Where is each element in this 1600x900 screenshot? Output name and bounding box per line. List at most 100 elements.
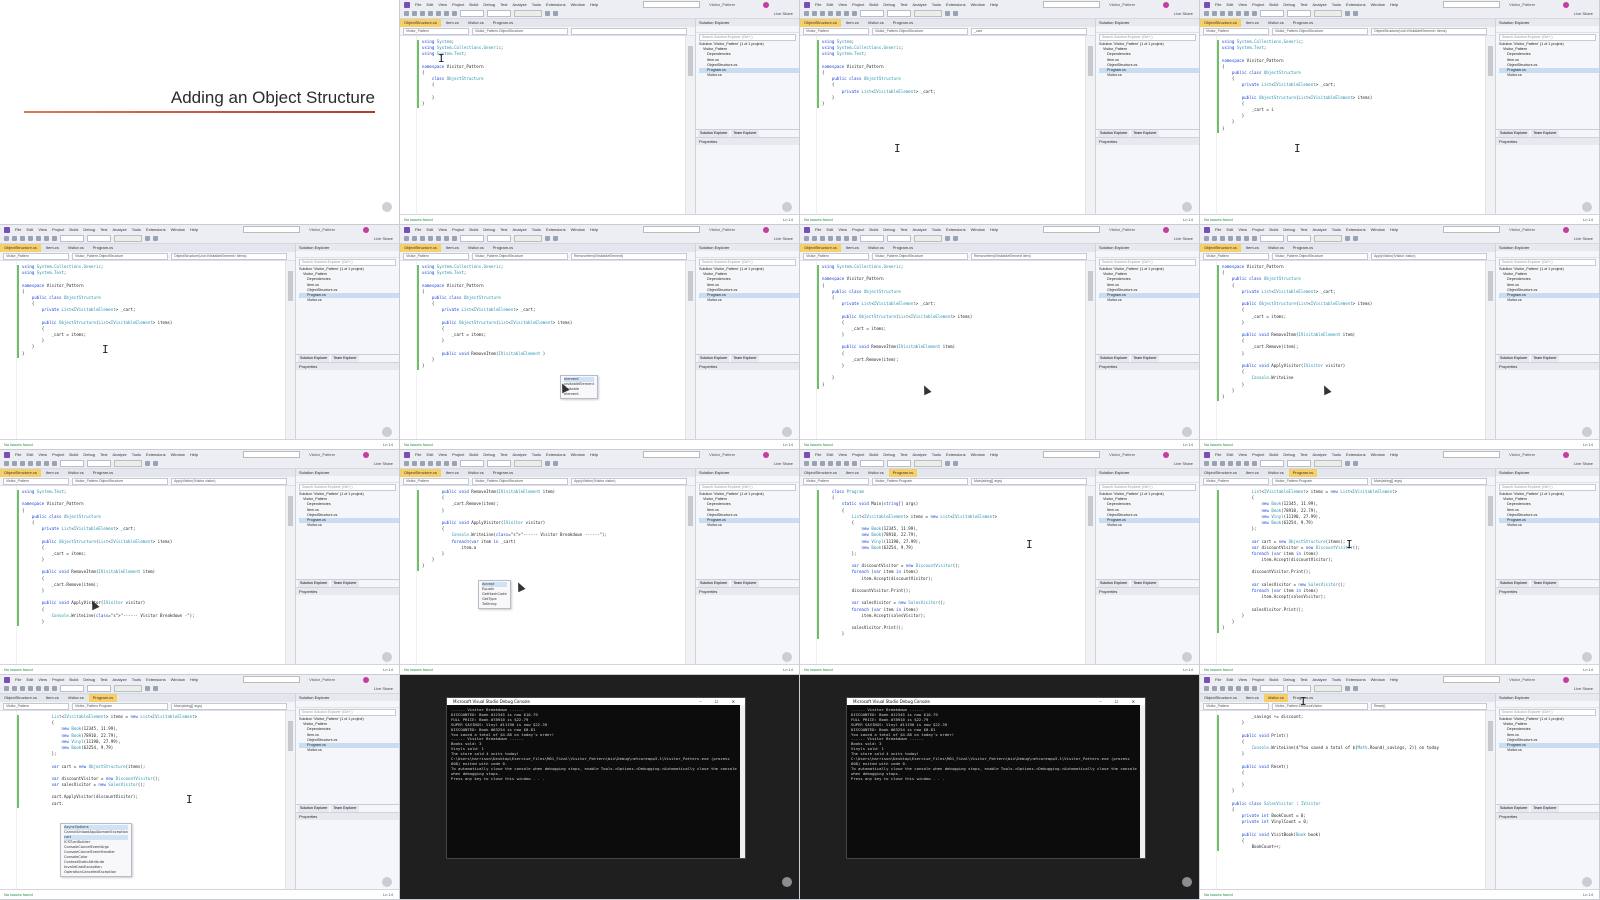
- issues-indicator[interactable]: No issues found: [804, 442, 833, 447]
- menu-item-file[interactable]: File: [815, 227, 821, 232]
- menu-item-analyze[interactable]: Analyze: [1312, 2, 1326, 7]
- menu-item-file[interactable]: File: [415, 2, 421, 7]
- menu-item-project[interactable]: Project: [1252, 677, 1264, 682]
- issues-indicator[interactable]: No issues found: [804, 217, 833, 222]
- save-all-icon[interactable]: [836, 236, 841, 241]
- tab-visitor[interactable]: Visitor.cs: [63, 694, 88, 702]
- menu-item-window[interactable]: Window: [1371, 677, 1385, 682]
- code-editor[interactable]: class Program { static void Main(string[…: [800, 486, 1095, 665]
- code-editor[interactable]: using System.Collections.Generic; using S…: [1200, 36, 1495, 215]
- platform-dropdown[interactable]: [1287, 235, 1311, 242]
- solution-explorer-toolbar[interactable]: [696, 251, 799, 258]
- live-share-button[interactable]: Live Share: [774, 11, 793, 16]
- avatar[interactable]: [363, 451, 369, 458]
- run-button[interactable]: [1314, 235, 1342, 242]
- tab-item[interactable]: Item.cs: [841, 469, 863, 477]
- issues-indicator[interactable]: No issues found: [4, 667, 33, 672]
- scroll-thumb[interactable]: [288, 496, 293, 526]
- solution-tree-item[interactable]: Visitor.cs: [1499, 73, 1599, 78]
- scroll-thumb[interactable]: [688, 46, 693, 76]
- menu-item-analyze[interactable]: Analyze: [112, 227, 126, 232]
- type-dropdown[interactable]: Visitor_Pattern.ObjectStructure: [472, 252, 568, 260]
- redo-icon[interactable]: [52, 461, 57, 466]
- platform-dropdown[interactable]: [1287, 460, 1311, 467]
- back-icon[interactable]: [1204, 686, 1209, 691]
- menu-item-file[interactable]: File: [15, 227, 21, 232]
- menu-item-test[interactable]: Test: [1300, 227, 1307, 232]
- menu-item-build[interactable]: Build: [869, 452, 878, 457]
- menu-item-build[interactable]: Build: [469, 2, 478, 7]
- menu-item-help[interactable]: Help: [190, 227, 198, 232]
- member-dropdown[interactable]: ApplyVisitor(IVisitor visitor): [571, 477, 687, 485]
- save-all-icon[interactable]: [1236, 236, 1241, 241]
- forward-icon[interactable]: [1212, 236, 1217, 241]
- solution-search-input[interactable]: Search Solution Explorer (Ctrl+;): [1499, 709, 1596, 716]
- back-icon[interactable]: [1204, 461, 1209, 466]
- solution-search-input[interactable]: Search Solution Explorer (Ctrl+;): [299, 484, 396, 491]
- editor-scrollbar[interactable]: [1085, 261, 1095, 440]
- debug-tools-icon[interactable]: [545, 11, 550, 16]
- issues-indicator[interactable]: No issues found: [4, 892, 33, 897]
- member-dropdown[interactable]: ApplyVisitor(IVisitor visitor): [171, 477, 287, 485]
- forward-icon[interactable]: [12, 461, 17, 466]
- menu-item-edit[interactable]: Edit: [826, 2, 833, 7]
- menu-item-view[interactable]: View: [438, 452, 447, 457]
- menu-item-analyze[interactable]: Analyze: [1312, 227, 1326, 232]
- live-share-button[interactable]: Live Share: [374, 461, 393, 466]
- menu-item-view[interactable]: View: [438, 227, 447, 232]
- editor-scrollbar[interactable]: [685, 486, 695, 665]
- breakpoint-icon[interactable]: [1353, 11, 1358, 16]
- solution-explorer-toolbar[interactable]: [1496, 701, 1599, 708]
- window-controls-icon[interactable]: – ☐ ✕: [1100, 698, 1141, 705]
- project-dropdown[interactable]: Visitor_Pattern: [1203, 477, 1269, 485]
- save-all-icon[interactable]: [836, 11, 841, 16]
- menu-item-extensions[interactable]: Extensions: [146, 227, 166, 232]
- menu-item-extensions[interactable]: Extensions: [1346, 227, 1366, 232]
- forward-icon[interactable]: [12, 686, 17, 691]
- configuration-dropdown[interactable]: [60, 460, 84, 467]
- code-editor[interactable]: List<IVisitableElement> items = new List…: [0, 711, 295, 890]
- platform-dropdown[interactable]: [87, 685, 111, 692]
- code-editor[interactable]: using System.Collections.Generic; namespa…: [800, 261, 1095, 440]
- project-dropdown[interactable]: Visitor_Pattern: [3, 477, 69, 485]
- live-share-button[interactable]: Live Share: [1574, 686, 1593, 691]
- menu-item-tools[interactable]: Tools: [132, 452, 141, 457]
- menu-item-analyze[interactable]: Analyze: [912, 452, 926, 457]
- save-icon[interactable]: [428, 11, 433, 16]
- type-dropdown[interactable]: Visitor_Pattern.ObjectStructure: [72, 252, 168, 260]
- search-input[interactable]: [643, 451, 701, 458]
- save-all-icon[interactable]: [1236, 686, 1241, 691]
- menu-item-window[interactable]: Window: [971, 227, 985, 232]
- menu-item-file[interactable]: File: [1215, 227, 1221, 232]
- avatar[interactable]: [763, 451, 769, 458]
- solution-search-input[interactable]: Search Solution Explorer (Ctrl+;): [1099, 484, 1196, 491]
- tab-visitor[interactable]: Visitor.cs: [63, 244, 88, 252]
- redo-icon[interactable]: [852, 461, 857, 466]
- menu-item-project[interactable]: Project: [452, 2, 464, 7]
- explorer-tab[interactable]: Solution Explorer: [1498, 355, 1530, 362]
- menu-item-window[interactable]: Window: [1371, 227, 1385, 232]
- menu-item-extensions[interactable]: Extensions: [146, 452, 166, 457]
- issues-indicator[interactable]: No issues found: [1204, 442, 1233, 447]
- breakpoint-icon[interactable]: [1353, 686, 1358, 691]
- solution-explorer-toolbar[interactable]: [296, 701, 399, 708]
- member-dropdown[interactable]: ObjectStructure(List<IVisitableElement> …: [1371, 27, 1487, 35]
- project-dropdown[interactable]: Visitor_Pattern: [803, 27, 869, 35]
- project-dropdown[interactable]: Visitor_Pattern: [803, 252, 869, 260]
- menu-item-window[interactable]: Window: [171, 452, 185, 457]
- new-file-icon[interactable]: [820, 236, 825, 241]
- run-button[interactable]: [914, 10, 942, 17]
- menu-item-extensions[interactable]: Extensions: [1346, 2, 1366, 7]
- project-dropdown[interactable]: Visitor_Pattern: [1203, 702, 1269, 710]
- undo-icon[interactable]: [1244, 11, 1249, 16]
- menu-item-debug[interactable]: Debug: [483, 452, 495, 457]
- configuration-dropdown[interactable]: [1260, 235, 1284, 242]
- run-button[interactable]: [914, 460, 942, 467]
- explorer-tab[interactable]: Solution Explorer: [1498, 580, 1530, 587]
- search-input[interactable]: [243, 451, 301, 458]
- avatar[interactable]: [1163, 451, 1169, 458]
- menu-item-tools[interactable]: Tools: [1332, 2, 1341, 7]
- explorer-tab[interactable]: Team Explorer: [331, 355, 359, 362]
- save-icon[interactable]: [28, 461, 33, 466]
- type-dropdown[interactable]: Visitor_Pattern.ObjectStructure: [472, 27, 568, 35]
